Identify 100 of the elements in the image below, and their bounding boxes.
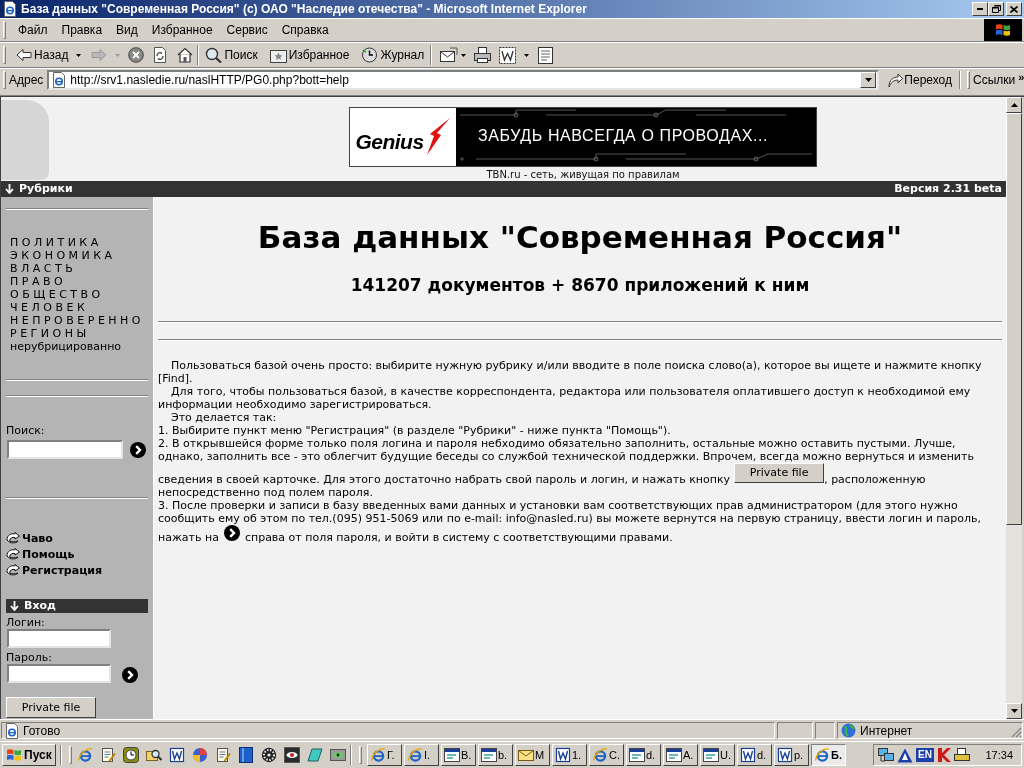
login-field[interactable] <box>7 629 111 648</box>
menu-item[interactable]: Сервис <box>219 21 275 39</box>
taskbar-button[interactable]: b. <box>478 744 513 766</box>
document-icon[interactable] <box>499 46 517 64</box>
login-title: Вход <box>24 599 56 613</box>
taskbar-button[interactable]: M <box>515 744 550 766</box>
page-icon <box>51 72 68 88</box>
category-link[interactable]: нерубрицированно <box>10 340 148 353</box>
taskbar-button[interactable]: d. <box>626 744 661 766</box>
start-button[interactable]: Пуск <box>2 744 56 766</box>
search-button[interactable]: Поиск <box>203 44 260 66</box>
restore-icon <box>991 5 1001 13</box>
grip-handle[interactable] <box>967 71 971 89</box>
k-icon[interactable] <box>936 747 951 763</box>
category-link[interactable]: П Р А В О <box>10 275 148 288</box>
category-link[interactable]: В Л А С Т Ь <box>10 262 148 275</box>
home-icon[interactable] <box>177 47 194 63</box>
page-icon <box>4 722 20 739</box>
taskbar-button[interactable]: A. <box>663 744 698 766</box>
grip-handle[interactable] <box>3 46 6 64</box>
taskbar-button[interactable]: C. <box>589 744 624 766</box>
parallelogram-icon[interactable] <box>307 747 323 763</box>
category-link[interactable]: Н Е П Р О В Е Р Е Н Н О <box>10 314 148 327</box>
paragraph: нажать на <box>158 531 219 544</box>
sidebar-link[interactable]: Регистрация <box>6 562 148 578</box>
notepad-icon[interactable] <box>100 747 116 763</box>
refresh-icon[interactable] <box>152 47 169 63</box>
clock-time: 17:34 <box>985 747 1013 763</box>
menu-item[interactable]: Правка <box>54 21 110 39</box>
links-label[interactable]: Ссылки <box>973 71 1016 89</box>
close-button[interactable] <box>1006 2 1022 16</box>
history-button[interactable]: Журнал <box>359 44 427 66</box>
category-link[interactable]: Р Е Г И О Н Ы <box>10 327 148 340</box>
private-file-button[interactable]: Private file <box>734 463 825 483</box>
sidebar-link[interactable]: Помощь <box>6 546 148 562</box>
sidebar-link[interactable]: Чаво <box>6 530 148 546</box>
language-indicator[interactable]: EN <box>916 748 934 762</box>
document-icon[interactable] <box>169 747 185 763</box>
caret-icon[interactable] <box>76 53 82 57</box>
down-arrow-icon <box>5 184 14 194</box>
password-field[interactable] <box>7 664 111 683</box>
menu-item[interactable]: Вид <box>109 21 145 39</box>
private-file-button[interactable]: Private file <box>6 697 96 718</box>
printer-icon[interactable] <box>953 747 970 763</box>
ball-icon[interactable] <box>192 747 208 763</box>
category-link[interactable]: О Б Щ Е С Т В О <box>10 288 148 301</box>
book-icon[interactable] <box>238 747 254 763</box>
disc-icon[interactable] <box>261 747 277 763</box>
browser-icon[interactable] <box>77 747 93 763</box>
grip-handle[interactable] <box>69 746 72 764</box>
taskbar-button[interactable]: p. <box>774 744 809 766</box>
notepad-icon[interactable] <box>538 46 554 64</box>
clock-icon[interactable] <box>123 747 139 763</box>
grip-handle[interactable] <box>359 746 362 764</box>
address-field[interactable]: http://srv1.nasledie.ru/naslHTTP/PG0.php?bott=help <box>47 70 880 90</box>
scroll-down-button[interactable] <box>1006 703 1022 719</box>
triangle-icon[interactable] <box>897 747 913 763</box>
eye-picture-icon[interactable] <box>284 747 300 763</box>
back-button[interactable]: Назад <box>14 44 71 66</box>
stop-icon[interactable] <box>128 47 145 63</box>
taskbar-button[interactable]: U. <box>700 744 735 766</box>
taskbar-button[interactable]: I. <box>404 744 439 766</box>
taskbar-button[interactable]: 1. <box>552 744 587 766</box>
minimize-button[interactable] <box>972 2 988 16</box>
go-button[interactable]: Переход <box>887 71 953 89</box>
document-icon <box>555 747 571 763</box>
network-icon[interactable] <box>878 747 894 763</box>
category-link[interactable]: Ч Е Л О В Е К <box>10 301 148 314</box>
category-link[interactable]: Э К О Н О М И К А <box>10 249 148 262</box>
taskbar-button[interactable]: Б. <box>811 744 846 766</box>
favorites-button[interactable]: Избранное <box>267 44 352 66</box>
dropdown-button[interactable] <box>860 72 877 88</box>
printer-icon[interactable] <box>474 47 492 63</box>
notepad-icon[interactable] <box>215 747 231 763</box>
taskbar-button[interactable]: Г. <box>367 744 402 766</box>
globe-icon <box>841 723 856 738</box>
taskbar-button[interactable]: d. <box>737 744 772 766</box>
restore-button[interactable] <box>988 2 1004 16</box>
menu-item[interactable]: Избранное <box>144 21 220 39</box>
paragraph: 3. После проверки и записи в базу введенных вами данных и установки вам соответствующих прав администратором (для этого нужно сообщить ему об этом по тел.(095) 951-5069 или по e-mail: info@nasled.ru) вы можете вернутся на первую страницу, ввести логин и пароль, <box>158 499 982 525</box>
minimize-icon <box>977 8 983 10</box>
eye-icon[interactable] <box>330 747 346 763</box>
browser-icon <box>370 747 386 763</box>
scroll-thumb[interactable] <box>1006 113 1022 525</box>
grip-handle[interactable] <box>3 21 6 39</box>
more-button[interactable]: » <box>1018 71 1024 83</box>
paragraph: справа от поля пароля, и войти в систему с соответствующими правами. <box>244 531 673 544</box>
magnifier-folder-icon[interactable] <box>146 747 162 763</box>
scroll-up-button[interactable] <box>1006 97 1022 113</box>
category-link[interactable]: П О Л И Т И К А <box>10 236 148 249</box>
menu-item[interactable]: Справка <box>274 21 336 39</box>
caret-icon[interactable] <box>461 53 467 57</box>
back-arrow-icon <box>16 48 32 62</box>
envelope-icon[interactable] <box>440 47 459 63</box>
taskbar-button[interactable]: В. <box>441 744 476 766</box>
search-field[interactable] <box>7 440 123 459</box>
caret-icon[interactable] <box>524 53 530 57</box>
login-label: Логин: <box>6 616 46 629</box>
grip-handle[interactable] <box>3 71 6 89</box>
menu-item[interactable]: Файл <box>11 21 55 39</box>
